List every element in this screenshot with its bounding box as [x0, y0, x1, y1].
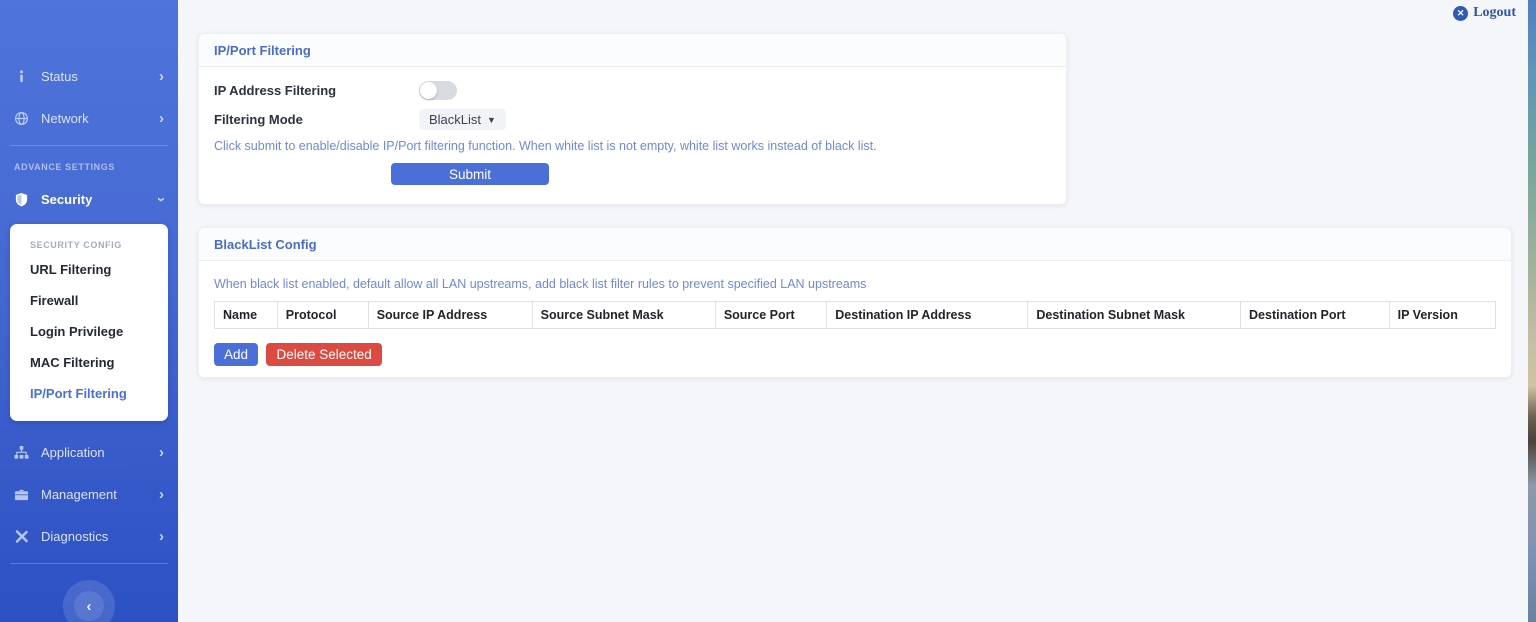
briefcase-icon	[14, 487, 29, 502]
card-title: BlackList Config	[214, 236, 317, 252]
background-wallpaper-edge	[1528, 0, 1536, 622]
card-body: IP Address Filtering Filtering Mode Blac…	[199, 67, 1066, 199]
shield-icon	[14, 192, 29, 207]
sidebar-item-label: Network	[41, 110, 89, 126]
card-body: When black list enabled, default allow a…	[199, 261, 1511, 380]
card-header: IP/Port Filtering	[199, 34, 1066, 67]
chevron-right-icon: ›	[159, 67, 164, 85]
column-header-protocol: Protocol	[277, 301, 369, 329]
chevron-right-icon: ›	[159, 527, 164, 545]
caret-down-icon: ▼	[487, 114, 496, 125]
chevron-right-icon: ›	[159, 109, 164, 127]
sidebar-item-security[interactable]: Security ›	[0, 178, 178, 220]
blacklist-config-card: BlackList Config When black list enabled…	[198, 227, 1512, 378]
chevron-left-icon: ‹	[74, 591, 104, 621]
sidebar-item-diagnostics[interactable]: Diagnostics ›	[0, 515, 178, 557]
sidebar-divider	[10, 145, 168, 146]
column-header-dest-subnet: Destination Subnet Mask	[1027, 301, 1242, 329]
sidebar-item-label: Management	[41, 486, 117, 502]
sidebar-collapse-button[interactable]: ‹	[63, 580, 115, 622]
sidebar-item-management[interactable]: Management ›	[0, 473, 178, 515]
logout-button[interactable]: ✕ Logout	[1453, 5, 1516, 21]
table-header-row: Name Protocol Source IP Address Source S…	[214, 301, 1497, 329]
ip-filtering-label: IP Address Filtering	[214, 83, 337, 98]
submit-button[interactable]: Submit	[391, 163, 549, 185]
submenu-item-firewall[interactable]: Firewall	[10, 285, 168, 316]
toggle-knob	[420, 82, 437, 99]
sidebar-item-application[interactable]: Application ›	[0, 431, 178, 473]
column-header-source-port: Source Port	[715, 301, 828, 329]
card-header: BlackList Config	[199, 228, 1511, 261]
column-header-name: Name	[214, 301, 278, 329]
blacklist-rules-table: Name Protocol Source IP Address Source S…	[214, 301, 1497, 329]
column-header-source-subnet: Source Subnet Mask	[532, 301, 716, 329]
submenu-item-login-privilege[interactable]: Login Privilege	[10, 316, 168, 347]
main-content: ✕ Logout IP/Port Filtering IP Address Fi…	[178, 0, 1528, 622]
column-header-source-ip: Source IP Address	[368, 301, 533, 329]
info-icon	[14, 69, 29, 84]
tools-icon	[14, 529, 29, 544]
logout-label: Logout	[1473, 5, 1516, 20]
security-submenu: SECURITY CONFIG URL Filtering Firewall L…	[10, 224, 168, 421]
submenu-item-ip-port-filtering[interactable]: IP/Port Filtering	[10, 378, 168, 409]
sidebar-item-label: Diagnostics	[41, 528, 109, 544]
column-header-ip-version: IP Version	[1389, 301, 1497, 329]
submenu-item-url-filtering[interactable]: URL Filtering	[10, 254, 168, 285]
sidebar-item-label: Application	[41, 444, 105, 460]
sidebar-item-network[interactable]: Network ›	[0, 97, 178, 139]
chevron-down-icon: ›	[153, 196, 170, 202]
sidebar-item-label: Status	[41, 68, 78, 84]
column-header-dest-port: Destination Port	[1240, 301, 1390, 329]
filtering-mode-select[interactable]: BlackList ▼	[419, 109, 506, 130]
filtering-mode-value: BlackList	[429, 112, 482, 127]
delete-selected-button[interactable]: Delete Selected	[266, 343, 382, 366]
sidebar-section-label: ADVANCE SETTINGS	[14, 162, 115, 172]
sidebar-divider	[10, 563, 168, 564]
globe-icon	[14, 111, 29, 126]
column-header-dest-ip: Destination IP Address	[826, 301, 1029, 329]
submenu-section-label: SECURITY CONFIG	[30, 240, 122, 250]
sidebar-item-label: Security	[41, 191, 93, 207]
sitemap-icon	[14, 445, 29, 460]
chevron-right-icon: ›	[159, 443, 164, 461]
filtering-mode-label: Filtering Mode	[214, 112, 303, 127]
filter-hint-text: Click submit to enable/disable IP/Port f…	[214, 139, 877, 153]
chevron-right-icon: ›	[159, 485, 164, 503]
card-title: IP/Port Filtering	[214, 42, 311, 58]
ip-port-filtering-card: IP/Port Filtering IP Address Filtering F…	[198, 33, 1067, 205]
sidebar: Status › Network › ADVANCE SETTINGS Secu…	[0, 0, 178, 622]
add-button[interactable]: Add	[214, 343, 259, 366]
sidebar-item-status[interactable]: Status ›	[0, 55, 178, 97]
logout-icon: ✕	[1453, 5, 1469, 21]
submenu-item-mac-filtering[interactable]: MAC Filtering	[10, 347, 168, 378]
ip-filtering-toggle[interactable]	[419, 81, 457, 100]
blacklist-hint-text: When black list enabled, default allow a…	[214, 277, 867, 291]
